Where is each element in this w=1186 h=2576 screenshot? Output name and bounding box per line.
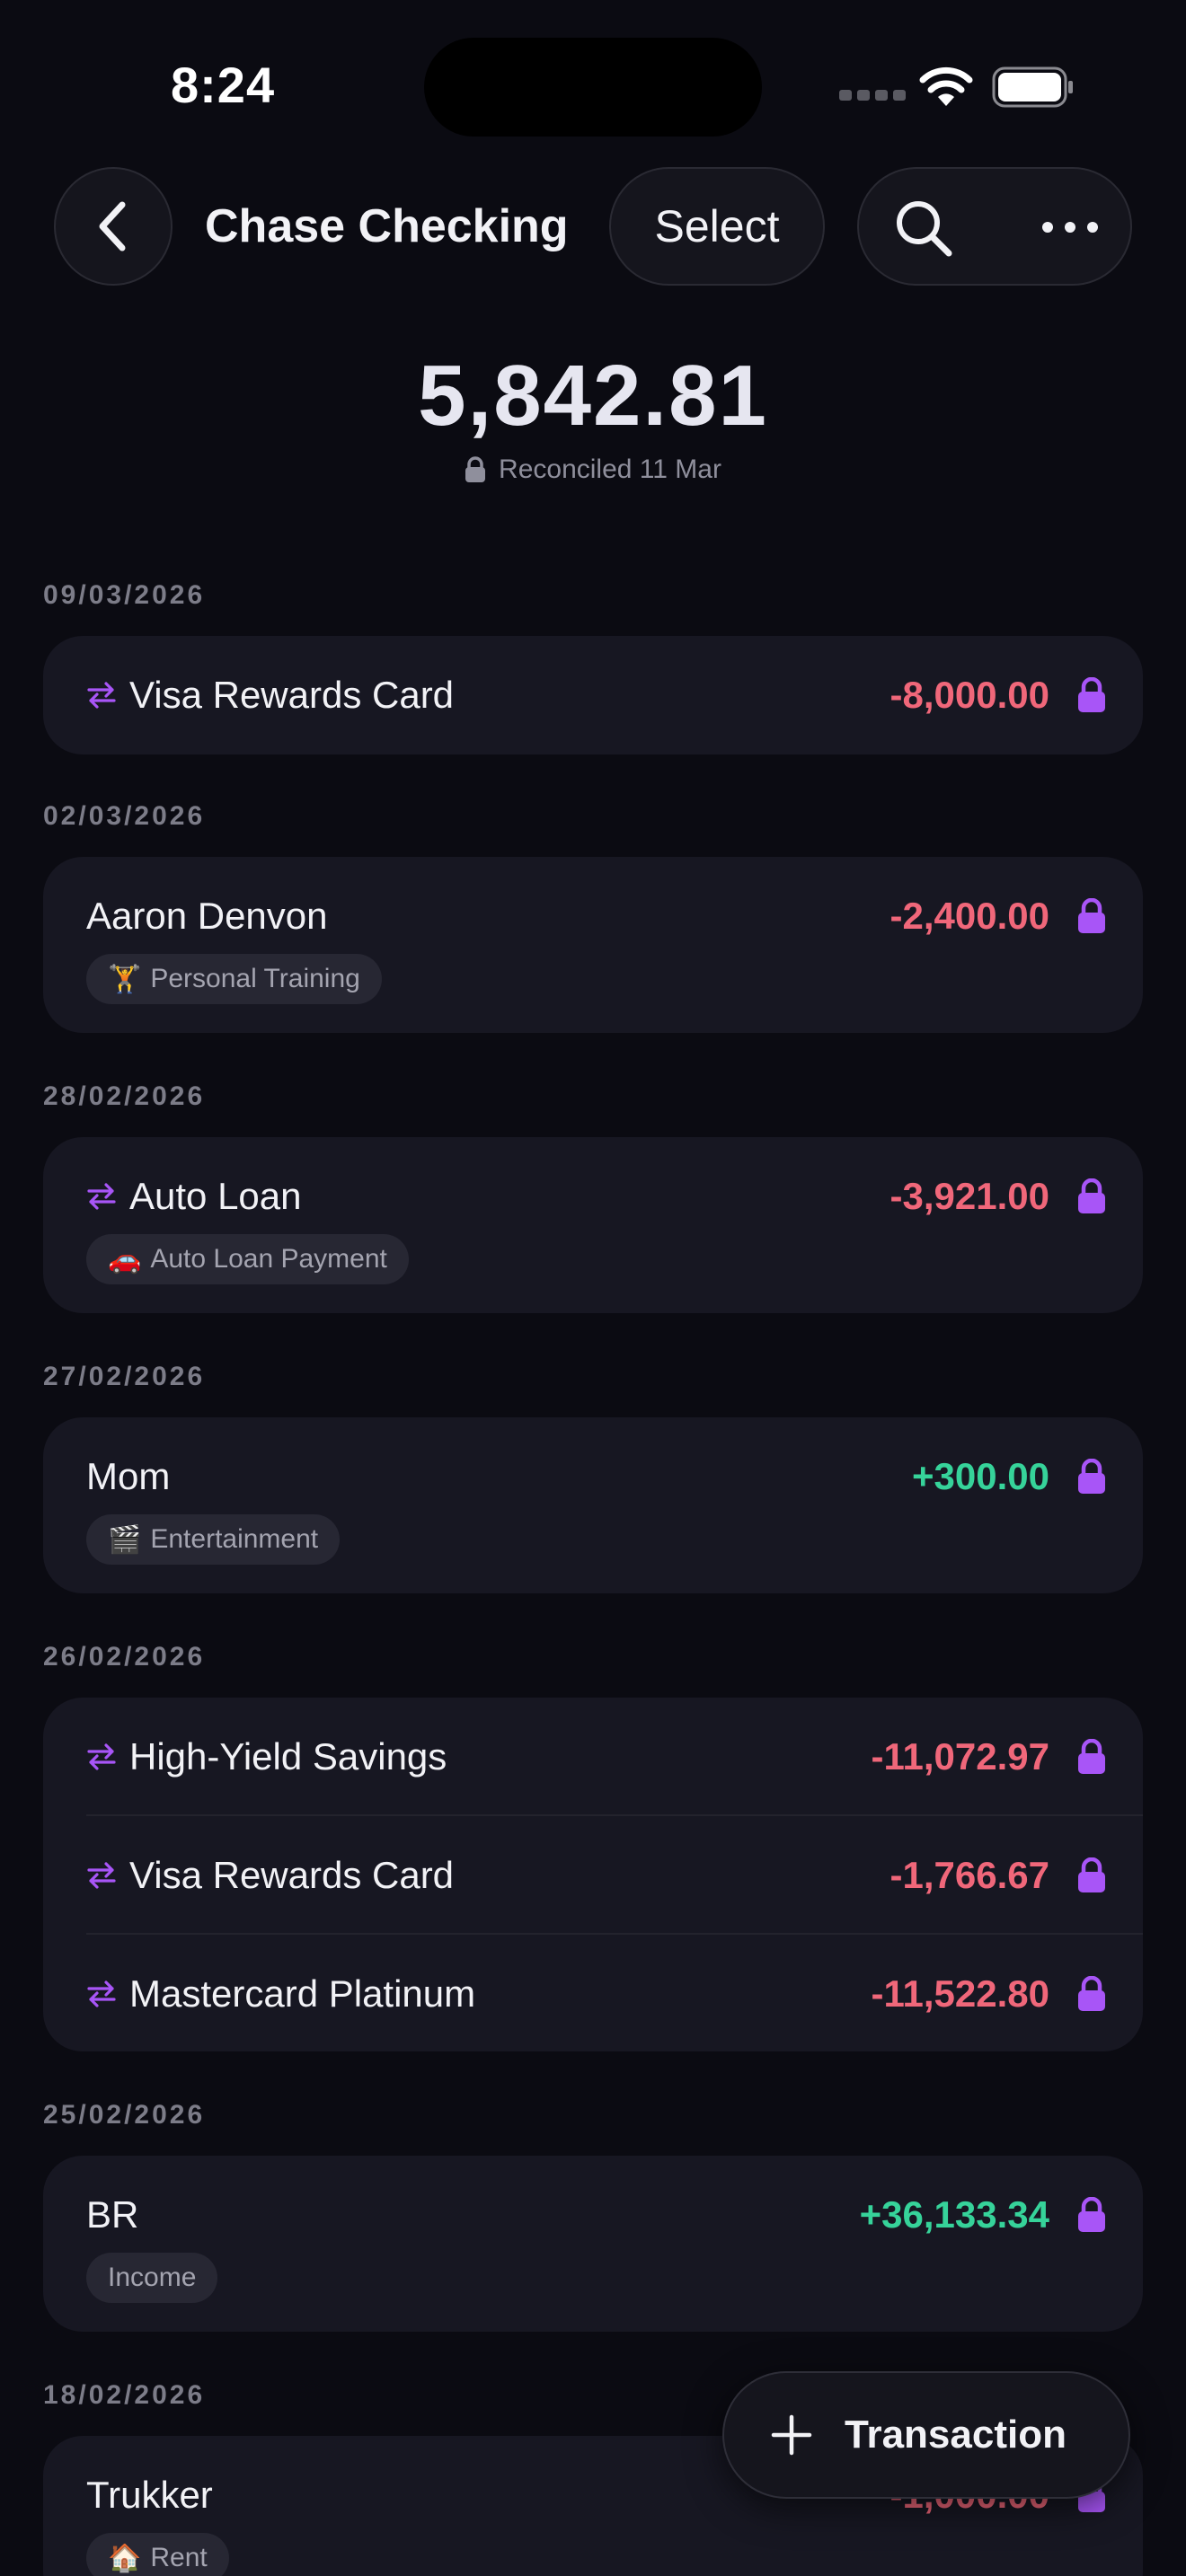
transaction-amount: +300.00 (912, 1455, 1049, 1497)
transaction-row[interactable]: Aaron Denvon -2,400.00 🏋 Personal Traini… (43, 857, 1143, 1033)
category-chip: Income (86, 2253, 218, 2303)
date-header: 28/02/2026 (43, 1081, 206, 1111)
category-icon: 🚗 (108, 1244, 142, 1275)
search-icon[interactable] (891, 196, 956, 260)
lock-icon (1078, 677, 1105, 712)
date-header: 18/02/2026 (43, 2380, 206, 2410)
category-icon: 🏋 (108, 964, 142, 994)
transaction-name: Aaron Denvon (86, 895, 328, 937)
category-chip: 🎬 Entertainment (86, 1514, 341, 1565)
transaction-row[interactable]: Mastercard Platinum -11,522.80 (43, 1935, 1143, 2051)
lock-icon (1078, 1739, 1105, 1774)
wifi-icon (919, 66, 973, 106)
transaction-amount: -3,921.00 (890, 1175, 1049, 1217)
date-header: 25/02/2026 (43, 2100, 206, 2130)
transaction-amount: -11,522.80 (871, 1972, 1049, 2015)
transaction-row[interactable]: High-Yield Savings -11,072.97 (43, 1698, 1143, 1816)
status-time: 8:24 (171, 57, 276, 113)
lock-icon (1078, 898, 1105, 933)
transfer-icon (87, 682, 116, 709)
account-balance: 5,842.81 (418, 348, 768, 444)
back-chevron-icon (99, 201, 126, 251)
transaction-name: Mom (86, 1455, 171, 1497)
transaction-row[interactable]: Mom +300.00 🎬 Entertainment (43, 1417, 1143, 1593)
reconciled-status: Reconciled 11 Mar (0, 454, 1186, 485)
more-icon[interactable] (1039, 214, 1102, 241)
lock-icon (1078, 1459, 1105, 1494)
status-bar: 8:24 (0, 0, 1186, 171)
transaction-amount: -11,072.97 (871, 1735, 1049, 1778)
lock-icon (1078, 1976, 1105, 2011)
transfer-icon (87, 1743, 116, 1770)
select-button[interactable]: Select (609, 167, 825, 286)
add-transaction-label: Transaction (845, 2413, 1067, 2457)
transaction-name: High-Yield Savings (129, 1735, 447, 1778)
category-label: Auto Loan Payment (150, 1244, 387, 1274)
category-icon: 🏠 (108, 2543, 142, 2573)
transaction-name: Visa Rewards Card (129, 674, 455, 716)
date-header: 02/03/2026 (43, 801, 206, 831)
transaction-row[interactable]: Visa Rewards Card -8,000.00 (43, 636, 1143, 754)
category-chip: 🏋 Personal Training (86, 954, 382, 1004)
page-title: Chase Checking (205, 200, 569, 252)
category-icon: 🎬 (108, 1524, 142, 1555)
dynamic-island (424, 38, 762, 137)
transaction-card: Auto Loan -3,921.00 🚗 Auto Loan Payment (43, 1137, 1143, 1313)
transaction-card: Aaron Denvon -2,400.00 🏋 Personal Traini… (43, 857, 1143, 1033)
battery-icon (992, 66, 1073, 108)
category-chip: 🏠 Rent (86, 2533, 229, 2576)
transaction-name: Visa Rewards Card (129, 1854, 455, 1896)
category-label: Rent (150, 2543, 208, 2572)
transaction-card: BR +36,133.34 Income (43, 2156, 1143, 2332)
transfer-icon (87, 1862, 116, 1889)
reconciled-text: Reconciled 11 Mar (499, 454, 721, 484)
date-header: 26/02/2026 (43, 1642, 206, 1672)
transaction-amount: +36,133.34 (859, 2193, 1049, 2236)
transaction-row[interactable]: BR +36,133.34 Income (43, 2156, 1143, 2332)
date-header: 27/02/2026 (43, 1362, 206, 1391)
transaction-card: Visa Rewards Card -8,000.00 (43, 636, 1143, 754)
date-header: 09/03/2026 (43, 580, 206, 610)
lock-icon (465, 456, 486, 482)
transaction-name: Trukker (86, 2474, 213, 2516)
transaction-card: High-Yield Savings -11,072.97 Visa Rewar… (43, 1698, 1143, 2051)
category-chip: 🚗 Auto Loan Payment (86, 1234, 409, 1284)
category-label: Personal Training (150, 964, 360, 993)
transaction-card: Mom +300.00 🎬 Entertainment (43, 1417, 1143, 1593)
transfer-icon (87, 1981, 116, 2007)
back-button[interactable] (54, 167, 173, 286)
cellular-signal-icon (839, 90, 906, 101)
toolbar-pill (857, 167, 1132, 286)
category-label: Entertainment (150, 1524, 319, 1554)
transaction-name: Mastercard Platinum (129, 1972, 476, 2015)
transaction-name: BR (86, 2193, 139, 2236)
lock-icon (1078, 2197, 1105, 2232)
add-transaction-button[interactable]: Transaction (722, 2371, 1130, 2499)
transfer-icon (87, 1183, 116, 1210)
category-label: Income (108, 2263, 197, 2292)
lock-icon (1078, 1857, 1105, 1892)
transaction-amount: -1,766.67 (890, 1854, 1049, 1896)
transaction-row[interactable]: Auto Loan -3,921.00 🚗 Auto Loan Payment (43, 1137, 1143, 1313)
plus-icon (771, 2414, 812, 2456)
lock-icon (1078, 1178, 1105, 1213)
transaction-amount: -8,000.00 (890, 674, 1049, 716)
transaction-row[interactable]: Visa Rewards Card -1,766.67 (43, 1816, 1143, 1935)
transaction-amount: -2,400.00 (890, 895, 1049, 937)
transaction-name: Auto Loan (129, 1175, 302, 1217)
